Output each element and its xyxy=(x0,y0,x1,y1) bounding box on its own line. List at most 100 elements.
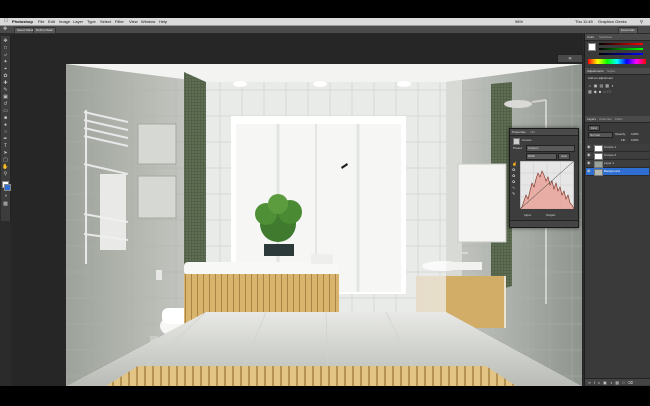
hand-icon[interactable]: ✋ xyxy=(2,165,9,170)
menu-file[interactable]: File xyxy=(38,18,44,25)
layer-row[interactable]: ◉ Layer 1 xyxy=(586,160,649,168)
dodge-icon[interactable]: ○ xyxy=(2,130,9,135)
tab-color[interactable]: Color xyxy=(587,34,594,40)
adjustment-icons-row-1[interactable]: ☼▣▤▩◑ xyxy=(588,83,615,88)
spotlight-icon[interactable]: ⚲ xyxy=(640,18,643,25)
menu-layer[interactable]: Layer xyxy=(73,18,83,25)
tab-paths[interactable]: Paths xyxy=(615,116,623,122)
layer-name: Curves 1 xyxy=(604,145,617,149)
menu-help[interactable]: Help xyxy=(159,18,167,25)
menu-filter[interactable]: Filter xyxy=(115,18,124,25)
shape-tool-icon[interactable]: ▢ xyxy=(2,158,9,163)
layer-thumbnail xyxy=(594,161,603,168)
layer-name: Layer 1 xyxy=(604,161,615,165)
clock[interactable]: Thu 11:45 xyxy=(575,18,593,25)
path-selection-icon[interactable]: ➤ xyxy=(2,151,9,156)
text-tool-icon[interactable]: T xyxy=(2,144,9,149)
quick-mask-icon[interactable]: ◑ xyxy=(2,194,9,199)
output-label: Output: xyxy=(546,213,556,217)
crop-icon[interactable]: ⌖ xyxy=(2,67,9,72)
layer-filter-kind[interactable]: Kind xyxy=(588,125,601,131)
menu-select[interactable]: Select xyxy=(100,18,111,25)
toolbox: ✥ □ ⤶ ✦ ⌖ ✿ ✚ ✎ ▣ ↺ ▭ ■ ● ○ ✒ T ➤ ▢ ✋ ⚲ … xyxy=(1,36,11,221)
document-canvas-area[interactable] xyxy=(11,34,583,386)
gradient-icon[interactable]: ■ xyxy=(2,116,9,121)
blend-mode-select[interactable]: Normal xyxy=(588,132,613,138)
apple-icon[interactable]:  xyxy=(4,18,8,25)
curves-icon xyxy=(513,138,520,145)
menu-view[interactable]: View xyxy=(129,18,138,25)
layer-row-selected[interactable]: ◉ Background xyxy=(586,168,649,176)
blur-icon[interactable]: ● xyxy=(2,123,9,128)
adjustments-subtitle: Add an adjustment xyxy=(588,76,614,80)
layer-name: Background xyxy=(604,169,621,173)
eraser-icon[interactable]: ▭ xyxy=(2,109,9,114)
curves-tool-column: ☝ ✿ ✿ ✿ ∿ ✎ xyxy=(512,161,518,205)
color-slider-b[interactable] xyxy=(599,53,643,55)
history-brush-icon[interactable]: ↺ xyxy=(2,102,9,107)
eye-icon[interactable]: ◉ xyxy=(587,161,591,165)
right-panel-dock: ▤ Color Swatches Adjustments Styles Add … xyxy=(557,34,650,386)
color-panel-header: Color Swatches xyxy=(585,34,650,41)
eye-icon[interactable]: ◉ xyxy=(587,169,591,173)
color-spectrum-bar[interactable] xyxy=(588,59,646,64)
history-panel-icon[interactable]: ▤ xyxy=(557,54,583,63)
eye-icon[interactable]: ◉ xyxy=(587,153,591,157)
refine-mask-button[interactable]: Refine Mask xyxy=(33,27,56,34)
menu-image[interactable]: Image xyxy=(59,18,70,25)
color-slider-r[interactable] xyxy=(599,43,643,45)
opacity-value[interactable]: 100% xyxy=(631,132,639,136)
magic-wand-icon[interactable]: ✦ xyxy=(2,60,9,65)
trash-icon[interactable]: ⌫ xyxy=(627,380,636,385)
tab-properties[interactable]: Properties xyxy=(512,130,526,134)
fill-label: Fill: xyxy=(621,138,626,142)
layer-name: Curves 2 xyxy=(604,153,617,157)
layer-row[interactable]: ◉ Curves 1 xyxy=(586,144,649,152)
brush-icon[interactable]: ✎ xyxy=(2,88,9,93)
draw-pencil-icon[interactable]: ✎ xyxy=(512,191,518,197)
bathroom-photo[interactable] xyxy=(66,64,582,386)
fg-bg-color-chips[interactable] xyxy=(588,43,596,51)
tool-preset-icon[interactable]: ✥ xyxy=(3,26,7,33)
letterbox-bottom xyxy=(0,386,650,406)
color-slider-g[interactable] xyxy=(599,48,643,50)
marquee-tool-icon[interactable]: □ xyxy=(2,46,9,51)
new-group-icon[interactable]: ▦ xyxy=(615,380,622,385)
adjustment-icons-row-2[interactable]: ▦◆■○□ xyxy=(588,89,612,94)
eyedropper-icon[interactable]: ✿ xyxy=(2,74,9,79)
layers-panel-footer: ∞fx▣◑▦□⌫ xyxy=(585,378,650,385)
bathroom-render-image xyxy=(66,64,582,386)
pen-icon[interactable]: ✒ xyxy=(2,137,9,142)
tab-adjustments[interactable]: Adjustments xyxy=(587,68,604,74)
eye-icon[interactable]: ◉ xyxy=(587,145,591,149)
tab-styles[interactable]: Styles xyxy=(607,68,615,74)
user-name[interactable]: Graphics Geeks xyxy=(598,18,627,25)
clone-stamp-icon[interactable]: ▣ xyxy=(2,95,9,100)
lasso-tool-icon[interactable]: ⤶ xyxy=(2,53,9,58)
menu-window[interactable]: Window xyxy=(141,18,155,25)
background-color-swatch[interactable] xyxy=(4,184,11,191)
fill-value[interactable]: 100% xyxy=(631,138,639,142)
curves-histogram[interactable] xyxy=(520,161,574,209)
app-menu[interactable]: Photoshop xyxy=(12,18,33,25)
zoom-icon[interactable]: ⚲ xyxy=(2,172,9,177)
battery-status[interactable]: 98% xyxy=(515,18,523,25)
menu-type[interactable]: Type xyxy=(87,18,96,25)
channel-select[interactable]: RGB xyxy=(526,153,557,160)
auto-button[interactable]: Auto xyxy=(558,153,571,160)
workspace-switcher[interactable]: Essentials xyxy=(618,27,638,34)
tab-channels[interactable]: Channels xyxy=(599,116,612,122)
layer-row[interactable]: ◉ Curves 2 xyxy=(586,152,649,160)
healing-icon[interactable]: ✚ xyxy=(2,81,9,86)
layers-panel-header: Layers Channels Paths xyxy=(585,116,650,123)
add-mask-icon[interactable]: ▣ xyxy=(603,380,610,385)
tab-swatches[interactable]: Swatches xyxy=(599,34,612,40)
menu-edit[interactable]: Edit xyxy=(48,18,55,25)
preset-select[interactable]: Custom xyxy=(526,145,575,152)
layer-style-icon[interactable]: fx xyxy=(594,380,603,385)
move-tool-icon[interactable]: ✥ xyxy=(2,39,9,44)
menubar:  Photoshop File Edit Image Layer Type S… xyxy=(0,18,650,26)
tab-layers[interactable]: Layers xyxy=(587,116,596,122)
screen-mode-icon[interactable]: ▩ xyxy=(2,202,9,207)
tab-info[interactable]: Info xyxy=(530,130,535,134)
